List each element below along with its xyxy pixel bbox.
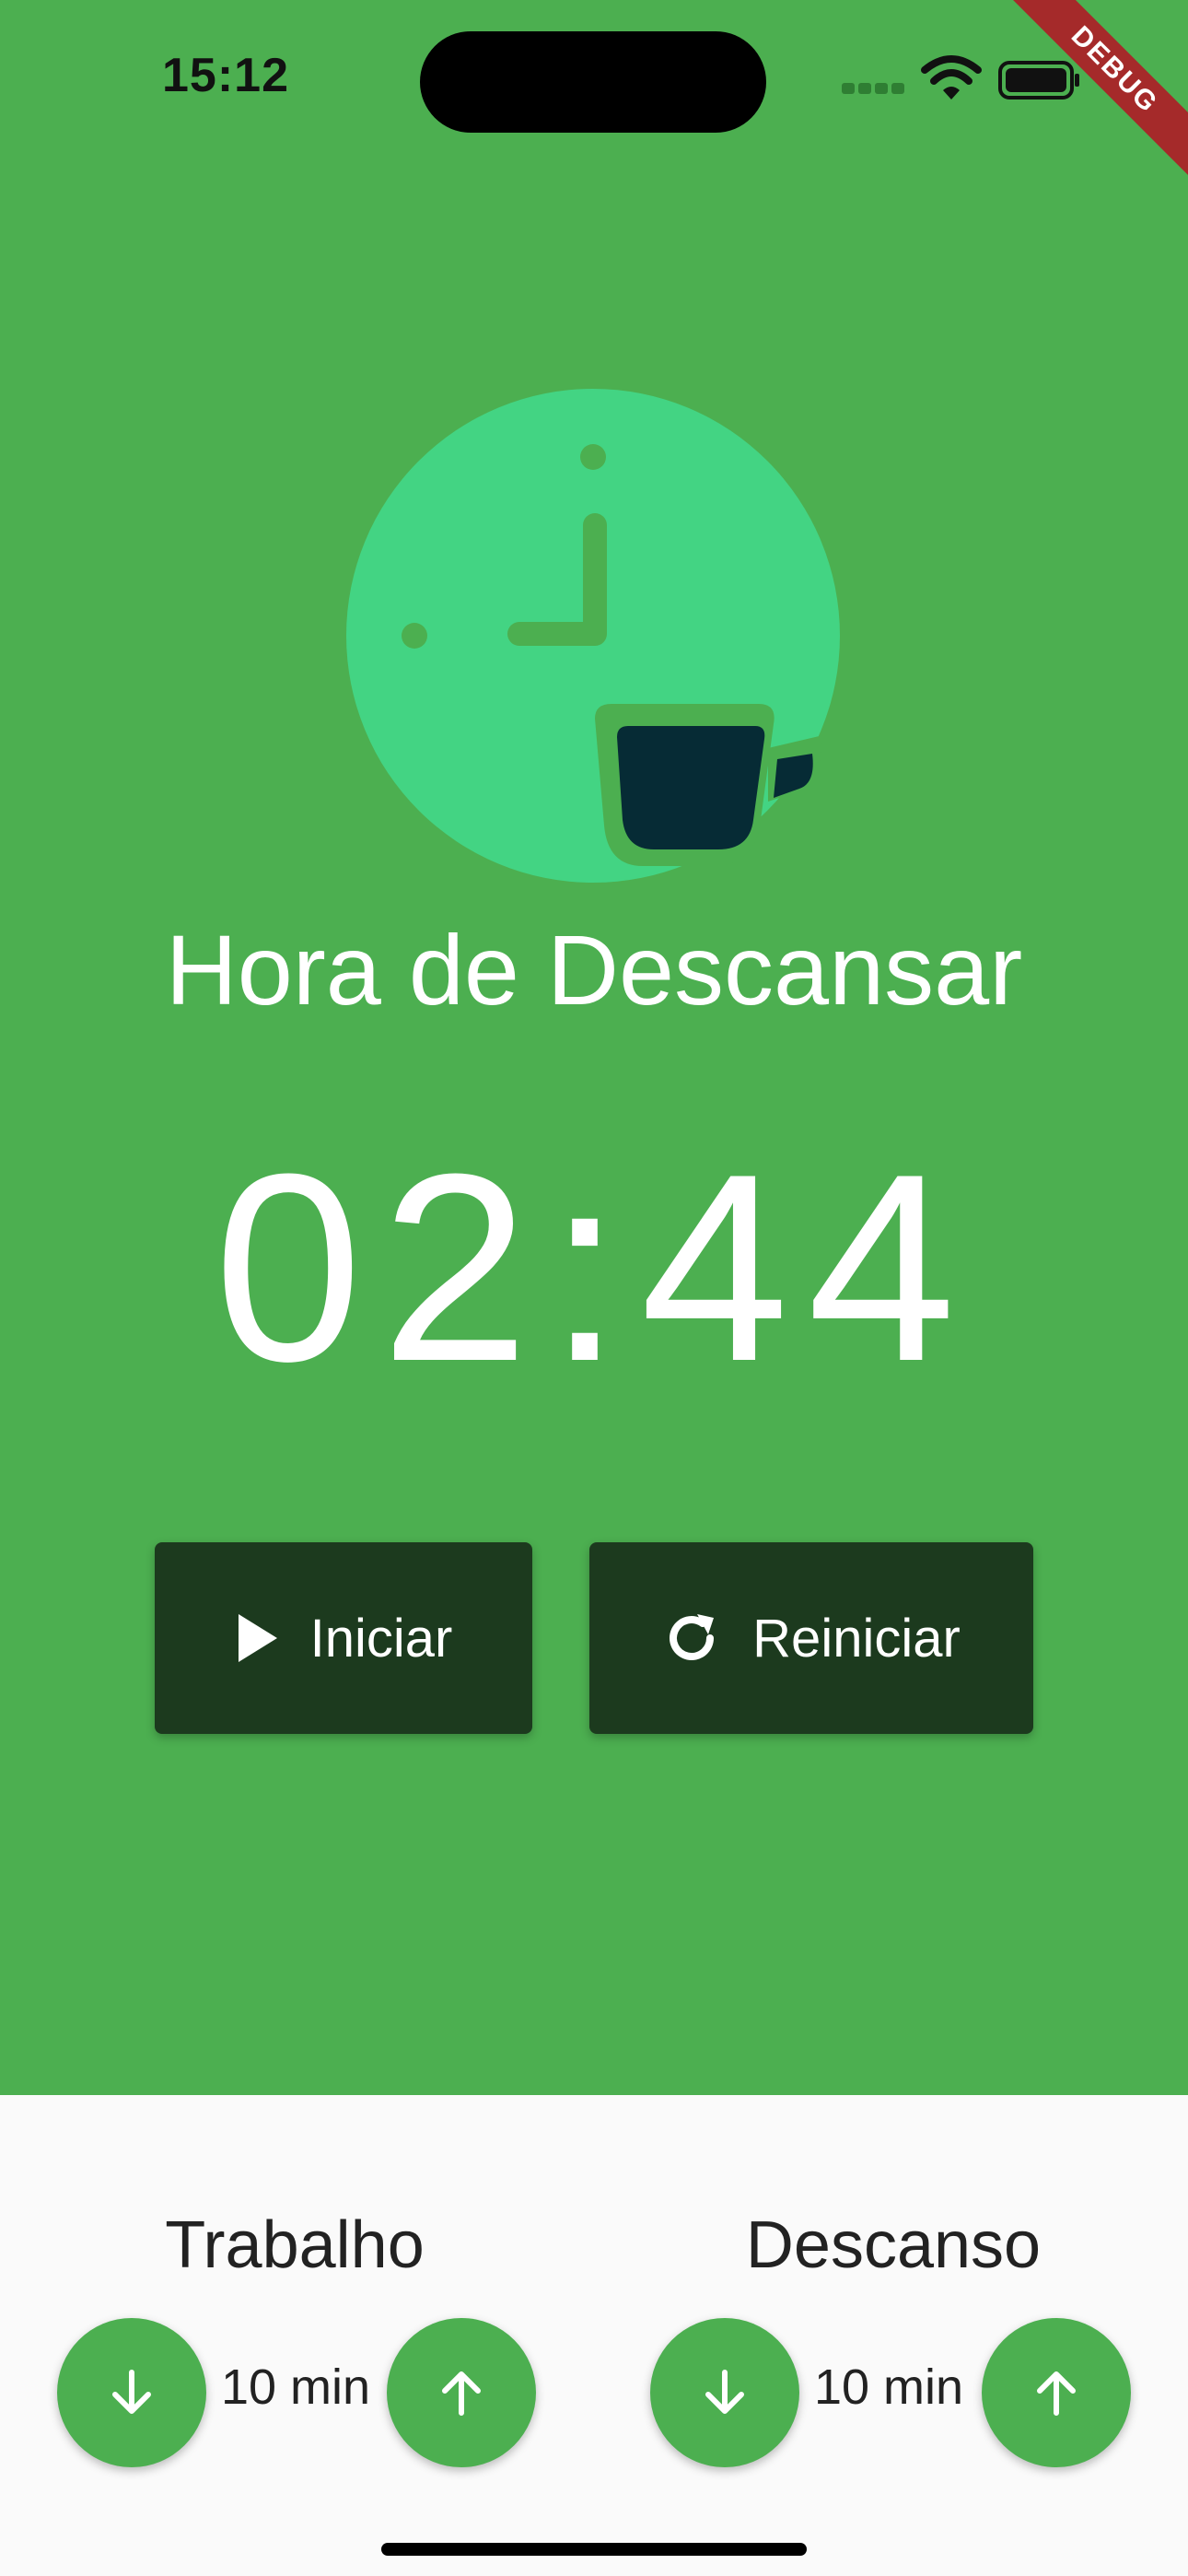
arrow-down-icon	[112, 2370, 151, 2414]
status-time: 15:12	[162, 49, 289, 102]
cellular-signal-icon	[842, 83, 906, 96]
arrow-up-icon	[442, 2371, 481, 2416]
battery-icon	[998, 61, 1079, 100]
start-button-label: Iniciar	[309, 1608, 453, 1669]
home-indicator[interactable]	[381, 2543, 807, 2556]
rest-increase-button[interactable]	[982, 2318, 1131, 2467]
start-button[interactable]: Iniciar	[155, 1542, 532, 1734]
wifi-icon	[921, 55, 982, 100]
work-label: Trabalho	[165, 2208, 425, 2282]
mode-title: Hora de Descansar	[165, 914, 1023, 1025]
rest-label: Descanso	[745, 2208, 1042, 2282]
dynamic-island	[420, 31, 766, 133]
clock-coffee-icon	[346, 389, 840, 883]
reset-button-label: Reiniciar	[752, 1608, 961, 1669]
refresh-icon	[670, 1614, 715, 1660]
timer-screen: 15:12 DEBUG Hora de Descansar 02:44 Inic…	[0, 0, 1188, 2095]
rest-duration-value: 10 min	[813, 2359, 964, 2415]
play-icon	[238, 1614, 277, 1662]
arrow-down-icon	[705, 2370, 744, 2414]
arrow-up-icon	[1037, 2371, 1076, 2416]
timer-display: 02:44	[214, 1118, 974, 1417]
work-decrease-button[interactable]	[57, 2318, 206, 2467]
work-duration-value: 10 min	[220, 2359, 371, 2415]
reset-button[interactable]: Reiniciar	[589, 1542, 1033, 1734]
work-increase-button[interactable]	[387, 2318, 536, 2467]
rest-decrease-button[interactable]	[650, 2318, 799, 2467]
